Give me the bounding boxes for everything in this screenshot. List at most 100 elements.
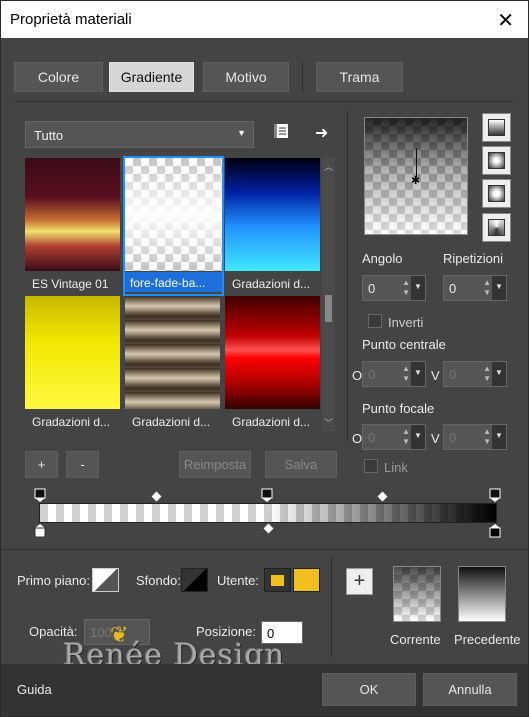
spinner-arrows-icon[interactable]: ▲ ▼ — [402, 278, 410, 298]
opacity-stop-marker[interactable] — [489, 524, 501, 541]
repeat-label: Ripetizioni — [443, 251, 503, 266]
cancel-button[interactable]: Annulla — [423, 673, 517, 706]
gradient-item[interactable]: Gradazioni d... — [25, 296, 122, 432]
gradient-swatch — [25, 296, 120, 409]
gradient-item[interactable]: Gradazioni d... — [225, 158, 322, 294]
add-to-swatches-button[interactable]: + — [346, 568, 373, 595]
library-menu-icon[interactable] — [272, 123, 292, 141]
footer: Guida OK Annulla — [1, 664, 528, 716]
focal-v-label: V — [431, 431, 440, 446]
radial-style-button[interactable] — [482, 213, 511, 242]
gradient-swatch — [225, 296, 320, 409]
crosshair-icon: ✱ — [411, 175, 421, 187]
close-icon[interactable]: ✕ — [497, 8, 514, 33]
linear-style-button[interactable] — [482, 113, 511, 142]
opacity-stop-marker[interactable] — [34, 524, 46, 541]
gradient-item[interactable]: Gradazioni d... — [225, 296, 322, 432]
user-color-swatch[interactable] — [293, 568, 320, 592]
gradient-editor-bar[interactable] — [39, 503, 497, 523]
focal-v-stepper[interactable]: 0 ▲ ▼ ▼ — [443, 424, 507, 450]
gradient-item[interactable]: ES Vintage 01 — [25, 158, 122, 294]
scrollbar-thumb[interactable] — [325, 295, 332, 322]
opacity-midpoint-marker[interactable] — [263, 523, 274, 534]
category-dropdown[interactable]: Tutto ▼ — [25, 121, 254, 148]
repeat-value: 0 — [449, 281, 457, 296]
repeat-stepper[interactable]: 0 ▲ ▼ ▼ — [443, 275, 507, 301]
tab-colore[interactable]: Colore — [14, 62, 103, 92]
user-label: Utente: — [217, 573, 259, 588]
chevron-down-icon: ▼ — [237, 128, 246, 138]
invert-label: Inverti — [388, 315, 424, 330]
gradient-item-selected[interactable]: fore-fade-ba... — [123, 156, 224, 296]
gradient-preview[interactable]: ✱ — [364, 117, 468, 235]
midpoint-marker[interactable] — [377, 491, 388, 502]
tab-separator — [302, 62, 303, 92]
sunburst-style-button[interactable] — [482, 179, 511, 208]
link-checkbox[interactable] — [364, 459, 378, 473]
chevron-down-icon[interactable]: ▼ — [411, 425, 425, 449]
angle-stepper[interactable]: 0 ▲ ▼ ▼ — [362, 275, 426, 301]
center-h-stepper[interactable]: 0 ▲ ▼ ▼ — [362, 361, 426, 387]
spinner-arrows-icon[interactable]: ▲ ▼ — [483, 278, 491, 298]
center-v-stepper[interactable]: 0 ▲ ▼ ▼ — [443, 361, 507, 387]
window-title: Proprietà materiali — [10, 11, 132, 28]
angle-value: 0 — [368, 281, 376, 296]
library-scrollbar[interactable]: ︿ ﹀ — [322, 158, 335, 431]
tab-gradiente[interactable]: Gradiente — [109, 62, 194, 92]
spinner-arrows-icon[interactable]: ▲ ▼ — [402, 427, 410, 447]
gradient-label: Gradazioni d... — [32, 415, 111, 429]
chevron-down-icon[interactable]: ▼ — [492, 425, 506, 449]
user-color-button[interactable] — [264, 568, 291, 592]
gradient-swatch — [25, 158, 120, 271]
background-swatch[interactable] — [181, 568, 208, 592]
previous-preview — [458, 566, 506, 622]
spinner-arrows-icon[interactable]: ▲ ▼ — [483, 364, 491, 384]
help-link[interactable]: Guida — [17, 682, 52, 697]
focal-h-stepper[interactable]: 0 ▲ ▼ ▼ — [362, 424, 426, 450]
gradient-swatch — [225, 158, 320, 271]
tab-divider — [14, 101, 514, 102]
spinner-arrows-icon[interactable]: ▲ ▼ — [402, 364, 410, 384]
rectangular-style-button[interactable] — [482, 146, 511, 175]
spinner-arrows-icon[interactable]: ▲ ▼ — [483, 427, 491, 447]
center-h-value: 0 — [368, 367, 376, 382]
focal-point-label: Punto focale — [362, 401, 435, 416]
background-label: Sfondo: — [136, 573, 181, 588]
gradient-label: ES Vintage 01 — [32, 277, 109, 291]
arrow-right-icon[interactable]: ➜ — [315, 123, 333, 142]
tab-motivo[interactable]: Motivo — [203, 62, 289, 92]
gradient-swatch — [125, 158, 222, 271]
chevron-down-icon[interactable]: ▼ — [411, 362, 425, 386]
chevron-down-icon[interactable]: ﹀ — [322, 416, 335, 429]
foreground-swatch[interactable] — [92, 568, 119, 592]
center-h-label: O — [352, 368, 363, 383]
gradient-library-grid: ES Vintage 01 fore-fade-ba... Gradazioni… — [25, 156, 322, 429]
current-preview — [393, 566, 441, 622]
focal-h-value: 0 — [368, 430, 376, 445]
save-button[interactable]: Salva — [265, 451, 337, 478]
chevron-down-icon[interactable]: ▼ — [492, 276, 506, 300]
center-v-value: 0 — [449, 367, 457, 382]
ok-button[interactable]: OK — [322, 673, 416, 706]
chevron-down-icon[interactable]: ▼ — [411, 276, 425, 300]
title-bar: Proprietà materiali ✕ — [1, 1, 528, 38]
foreground-label: Primo piano: — [17, 573, 90, 588]
invert-checkbox[interactable] — [368, 314, 382, 328]
angle-label: Angolo — [362, 251, 403, 266]
chevron-up-icon[interactable]: ︿ — [322, 160, 335, 173]
remove-gradient-button[interactable]: - — [66, 451, 99, 478]
bottom-divider — [331, 557, 332, 657]
chevron-down-icon[interactable]: ▼ — [492, 362, 506, 386]
current-label: Corrente — [390, 632, 441, 647]
gradient-item[interactable]: Gradazioni d... — [125, 296, 222, 432]
category-value: Tutto — [34, 128, 64, 143]
reset-button[interactable]: Reimposta — [179, 451, 251, 478]
gradient-label: Gradazioni d... — [232, 415, 311, 429]
focal-h-label: O — [352, 431, 363, 446]
add-gradient-button[interactable]: + — [25, 451, 58, 478]
tab-trama[interactable]: Trama — [316, 62, 403, 92]
center-point-label: Punto centrale — [362, 337, 446, 352]
section-divider — [1, 549, 528, 550]
gradient-label: Gradazioni d... — [132, 415, 211, 429]
midpoint-marker[interactable] — [151, 491, 162, 502]
